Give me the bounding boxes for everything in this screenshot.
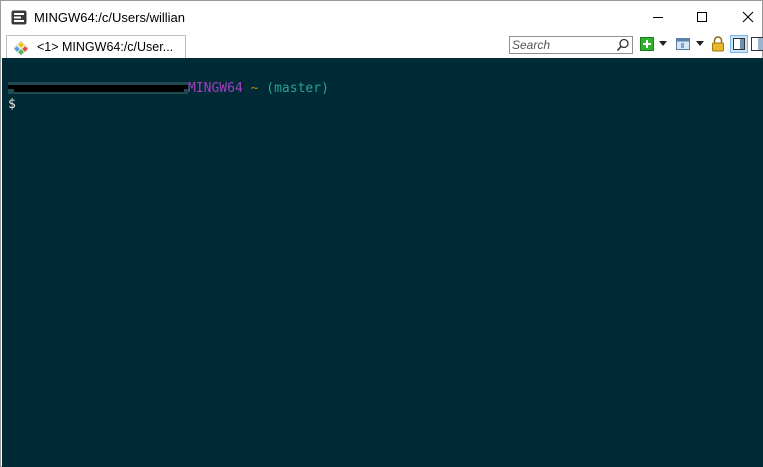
window-title: MINGW64:/c/Users/willian xyxy=(34,10,185,25)
search-box[interactable] xyxy=(509,36,633,54)
title-bar[interactable]: MINGW64:/c/Users/willian xyxy=(1,1,762,33)
maximize-icon xyxy=(697,12,707,22)
dropdown-arrow-icon[interactable] xyxy=(659,41,667,47)
lock-icon[interactable] xyxy=(711,36,725,52)
terminal-area[interactable]: MINGW64 ~ (master) $ xyxy=(2,58,763,467)
minimize-button[interactable] xyxy=(635,1,681,33)
panel-view-icon[interactable] xyxy=(751,37,763,51)
prompt-path: ~ xyxy=(250,81,259,96)
git-diamond-icon xyxy=(13,40,29,56)
search-input[interactable] xyxy=(512,38,612,52)
panel-view-toggle-active[interactable] xyxy=(730,35,748,53)
close-icon xyxy=(742,11,754,23)
prompt-host: MINGW64 xyxy=(188,81,243,96)
conemu-app-icon xyxy=(11,10,27,25)
tab-console-1[interactable]: <1> MINGW64:/c/User... xyxy=(6,35,186,58)
new-console-icon[interactable] xyxy=(640,37,654,51)
close-button[interactable] xyxy=(725,1,763,33)
panel-view-icon xyxy=(733,38,745,50)
console-window: MINGW64:/c/Users/willian <1> MINGW64:/c/… xyxy=(0,0,763,467)
minimize-icon xyxy=(653,17,663,18)
prompt-line: MINGW64 ~ (master) xyxy=(8,81,329,97)
tab-label: <1> MINGW64:/c/User... xyxy=(37,40,174,54)
prompt-branch: (master) xyxy=(266,81,329,96)
console-view-icon[interactable] xyxy=(676,37,690,51)
prompt-symbol: $ xyxy=(8,97,16,112)
search-icon[interactable] xyxy=(616,38,630,52)
redacted-username xyxy=(8,81,188,94)
maximize-button[interactable] xyxy=(679,1,725,33)
tab-toolbar: <1> MINGW64:/c/User... xyxy=(1,33,763,58)
dropdown-arrow-icon[interactable] xyxy=(696,41,704,47)
